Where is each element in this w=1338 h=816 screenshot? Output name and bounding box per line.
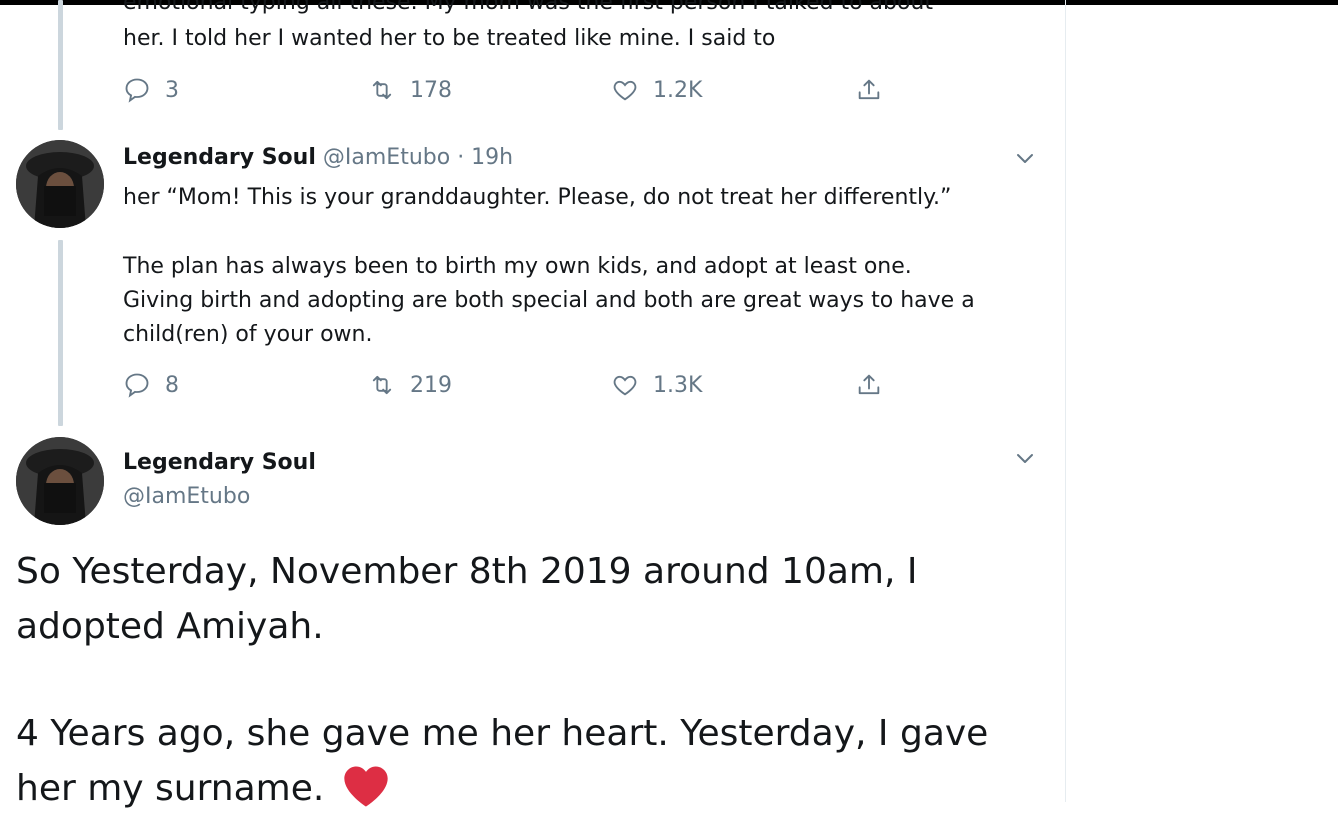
like-icon [613, 375, 637, 396]
tweet-header-name: Legendary Soul [123, 447, 316, 479]
reply-icon [125, 373, 149, 398]
tweet-actions: 8 219 1.3K [123, 368, 903, 402]
like-button[interactable]: 1.2K [611, 73, 702, 107]
reply-icon [125, 78, 149, 103]
user-handle[interactable]: @IamEtubo [123, 484, 250, 509]
column-divider [1065, 0, 1066, 802]
avatar-image [16, 140, 104, 228]
share-button[interactable] [855, 73, 897, 107]
tweet-text-line: So Yesterday, November 8th 2019 around 1… [16, 551, 918, 592]
tweet-text-line: emotional typing all these. My mom was t… [123, 0, 933, 15]
reply-count: 8 [165, 372, 179, 398]
thread-line [58, 240, 63, 426]
like-count: 1.2K [653, 77, 703, 103]
avatar[interactable] [16, 437, 104, 525]
share-button[interactable] [855, 368, 897, 402]
tweet-menu-button[interactable] [1013, 146, 1037, 170]
tweet-text-line: 4 Years ago, she gave me her heart. Yest… [16, 713, 989, 754]
caret-down-icon [1017, 454, 1033, 463]
tweet-text-line: her. I told her I wanted her to be treat… [123, 26, 776, 51]
red-heart-emoji [344, 766, 388, 807]
like-button[interactable]: 1.3K [611, 368, 702, 402]
retweet-count: 178 [410, 77, 452, 103]
tweet-menu-button[interactable] [1013, 446, 1037, 470]
tweet-text-line: her my surname. [16, 760, 1046, 816]
caret-down-icon [1017, 154, 1033, 163]
avatar-image [16, 437, 104, 525]
thread-line [58, 0, 63, 130]
display-name[interactable]: Legendary Soul [123, 450, 316, 475]
avatar[interactable] [16, 140, 104, 228]
reply-button[interactable]: 3 [123, 73, 179, 107]
tweet-text-line: Giving birth and adopting are both speci… [123, 288, 975, 313]
tweet-text-fragment: her my surname. [16, 768, 325, 809]
reply-button[interactable]: 8 [123, 368, 179, 402]
retweet-button[interactable]: 219 [368, 368, 452, 402]
tweet-text-line: adopted Amiyah. [16, 606, 324, 647]
tweet-actions: 3 178 1.2K [123, 73, 903, 107]
retweet-button[interactable]: 178 [368, 73, 452, 107]
tweet-header: Legendary Soul @IamEtubo · 19h [123, 142, 513, 174]
reply-count: 3 [165, 77, 179, 103]
tweet-text-line: child(ren) of your own. [123, 322, 373, 347]
retweet-icon [372, 375, 392, 395]
display-name[interactable]: Legendary Soul [123, 145, 316, 170]
share-icon [858, 79, 880, 100]
tweet-text-line: her “Mom! This is your granddaughter. Pl… [123, 185, 952, 210]
tweet-text-line: The plan has always been to birth my own… [123, 254, 912, 279]
like-count: 1.3K [653, 372, 703, 398]
timestamp[interactable]: · 19h [457, 145, 513, 170]
retweet-icon [372, 80, 392, 100]
user-handle[interactable]: @IamEtubo [323, 145, 450, 170]
tweet-header-handle: @IamEtubo [123, 481, 250, 513]
like-icon [613, 80, 637, 101]
share-icon [858, 374, 880, 395]
retweet-count: 219 [410, 372, 452, 398]
